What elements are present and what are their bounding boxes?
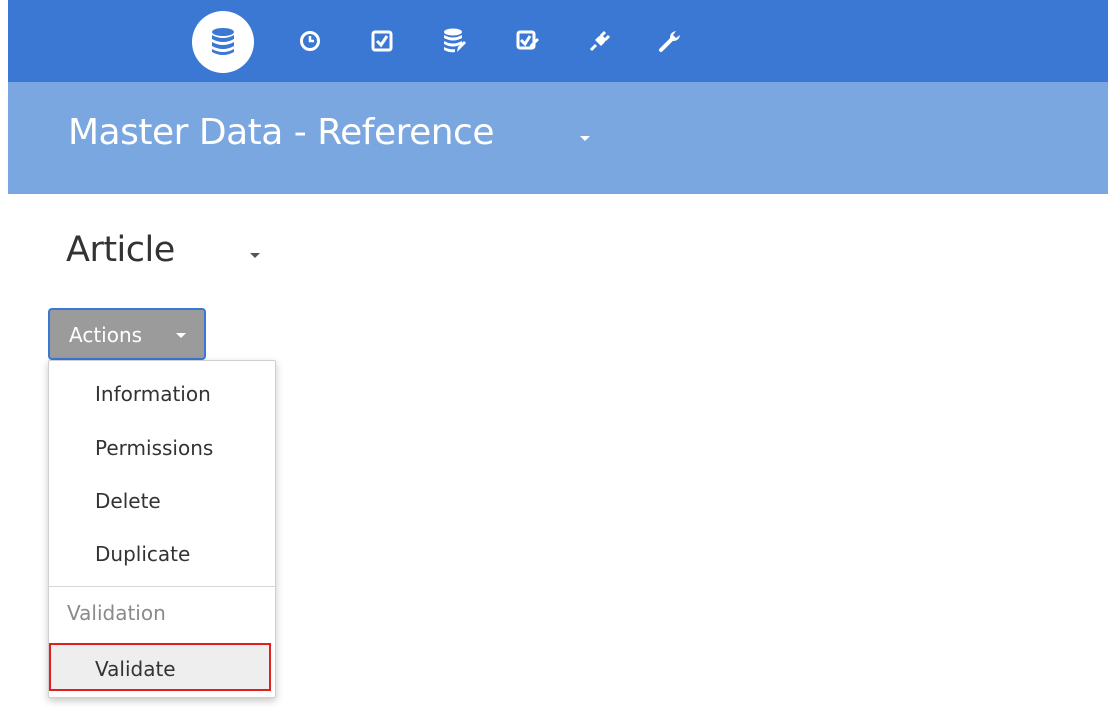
actions-button[interactable]: Actions — [48, 308, 206, 360]
chevron-down-icon — [580, 136, 590, 141]
clock-icon[interactable] — [290, 21, 330, 61]
chevron-down-icon — [176, 333, 186, 338]
database-icon[interactable] — [192, 11, 254, 73]
menu-divider — [49, 586, 275, 587]
menu-item-label: Delete — [95, 489, 161, 513]
title-bar: Master Data - Reference — [8, 82, 1108, 194]
menu-section-header: Validation — [67, 601, 166, 625]
title-dropdown-toggle[interactable] — [568, 122, 602, 156]
menu-item-validate[interactable]: Validate — [49, 643, 271, 691]
menu-item-information[interactable]: Information — [49, 371, 275, 417]
wrench-icon[interactable] — [650, 21, 690, 61]
top-navigation-bar — [8, 0, 1108, 82]
entity-title: Article — [66, 230, 175, 270]
page-title: Master Data - Reference — [68, 112, 495, 153]
menu-item-duplicate[interactable]: Duplicate — [49, 531, 275, 577]
menu-item-label: Duplicate — [95, 542, 191, 566]
actions-dropdown-menu: Information Permissions Delete Duplicate… — [48, 360, 276, 698]
actions-button-label: Actions — [69, 323, 143, 347]
plug-icon[interactable] — [580, 21, 620, 61]
entity-dropdown-toggle[interactable] — [240, 240, 270, 270]
menu-item-label: Permissions — [95, 436, 214, 460]
checkbox-edit-icon[interactable] — [508, 21, 548, 61]
chevron-down-icon — [250, 253, 260, 258]
database-edit-icon[interactable] — [434, 21, 474, 61]
menu-item-delete[interactable]: Delete — [49, 478, 275, 524]
menu-item-label: Information — [95, 382, 211, 406]
menu-item-permissions[interactable]: Permissions — [49, 425, 275, 471]
checkbox-icon[interactable] — [362, 21, 402, 61]
menu-item-label: Validate — [95, 657, 176, 681]
